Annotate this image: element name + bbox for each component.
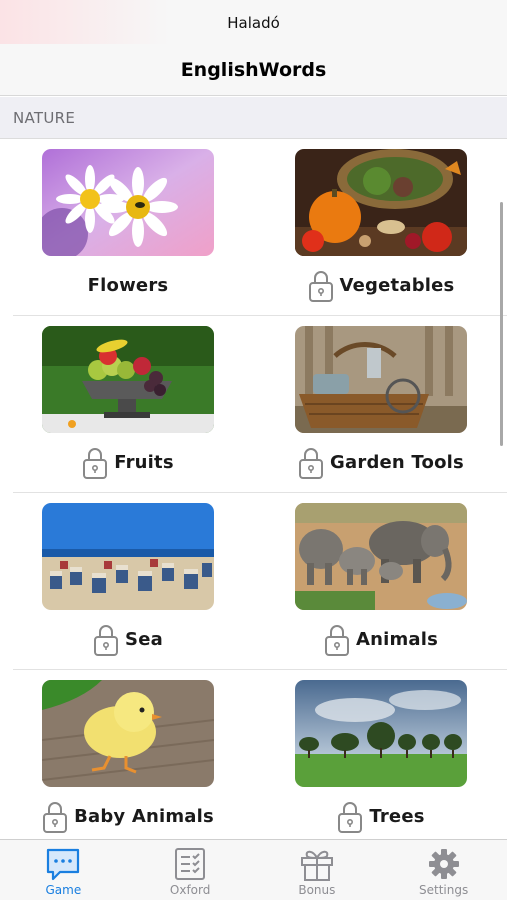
category-card-garden-tools[interactable]: Garden Tools <box>295 326 467 486</box>
tab-label: Settings <box>419 883 469 897</box>
tab-game[interactable]: Game <box>0 840 127 900</box>
lock-icon <box>42 799 68 833</box>
category-row: Fruits Garden Tools <box>13 316 507 493</box>
vegetables-photo <box>295 149 467 256</box>
status-bar-glow <box>0 0 170 44</box>
category-row: Flowers Vegetables <box>13 139 507 316</box>
category-caption: Garden Tools <box>265 442 497 482</box>
category-card-trees[interactable]: Trees <box>295 680 467 839</box>
category-caption: Vegetables <box>265 265 497 305</box>
tab-bar: Game Oxford Bonus Settings <box>0 839 507 900</box>
category-label: Baby Animals <box>74 805 214 827</box>
category-caption: Baby Animals <box>12 796 244 836</box>
lock-icon <box>337 799 363 833</box>
tab-oxford[interactable]: Oxford <box>127 840 254 900</box>
tab-settings[interactable]: Settings <box>380 840 507 900</box>
section-header-label: NATURE <box>13 108 76 127</box>
category-card-vegetables[interactable]: Vegetables <box>295 149 467 309</box>
category-row: Sea Animals <box>13 493 507 670</box>
tab-bonus[interactable]: Bonus <box>254 840 381 900</box>
baby-animals-photo <box>42 680 214 787</box>
category-card-fruits[interactable]: Fruits <box>42 326 214 486</box>
category-label: Fruits <box>114 451 174 473</box>
category-row: Baby Animals Trees <box>13 670 507 839</box>
garden-tools-photo <box>295 326 467 433</box>
category-label: Trees <box>369 805 425 827</box>
animals-photo <box>295 503 467 610</box>
lock-icon <box>298 445 324 479</box>
category-caption: Animals <box>265 619 497 659</box>
navigation-bar: EnglishWords <box>0 44 507 96</box>
category-label: Sea <box>125 628 163 650</box>
category-label: Vegetables <box>339 274 455 296</box>
lock-icon <box>324 622 350 656</box>
checklist-icon <box>171 846 209 882</box>
category-label: Flowers <box>87 274 169 296</box>
vertical-scrollbar[interactable] <box>500 202 503 446</box>
category-card-sea[interactable]: Sea <box>42 503 214 663</box>
lock-icon <box>308 268 334 302</box>
chat-icon <box>44 846 82 882</box>
gift-icon <box>298 846 336 882</box>
lock-icon <box>93 622 119 656</box>
flowers-photo <box>42 149 214 256</box>
category-caption: Flowers <box>12 265 244 305</box>
category-card-baby-animals[interactable]: Baby Animals <box>42 680 214 839</box>
status-carrier-text: Haladó <box>227 14 280 32</box>
category-caption: Fruits <box>12 442 244 482</box>
sea-photo <box>42 503 214 610</box>
category-caption: Trees <box>265 796 497 836</box>
category-grid: Flowers Vegetables Fruits Garden Tools S… <box>0 139 507 839</box>
status-bar: Haladó <box>0 0 507 44</box>
category-card-animals[interactable]: Animals <box>295 503 467 663</box>
gear-icon <box>425 846 463 882</box>
tab-label: Oxford <box>169 883 211 897</box>
fruits-photo <box>42 326 214 433</box>
trees-photo <box>295 680 467 787</box>
page-title: EnglishWords <box>180 58 327 81</box>
category-label: Garden Tools <box>330 451 464 473</box>
section-header: NATURE <box>0 97 507 139</box>
lock-icon <box>82 445 108 479</box>
category-card-flowers[interactable]: Flowers <box>42 149 214 309</box>
category-label: Animals <box>355 628 439 650</box>
tab-label: Game <box>45 883 82 897</box>
tab-label: Bonus <box>298 883 336 897</box>
category-caption: Sea <box>12 619 244 659</box>
